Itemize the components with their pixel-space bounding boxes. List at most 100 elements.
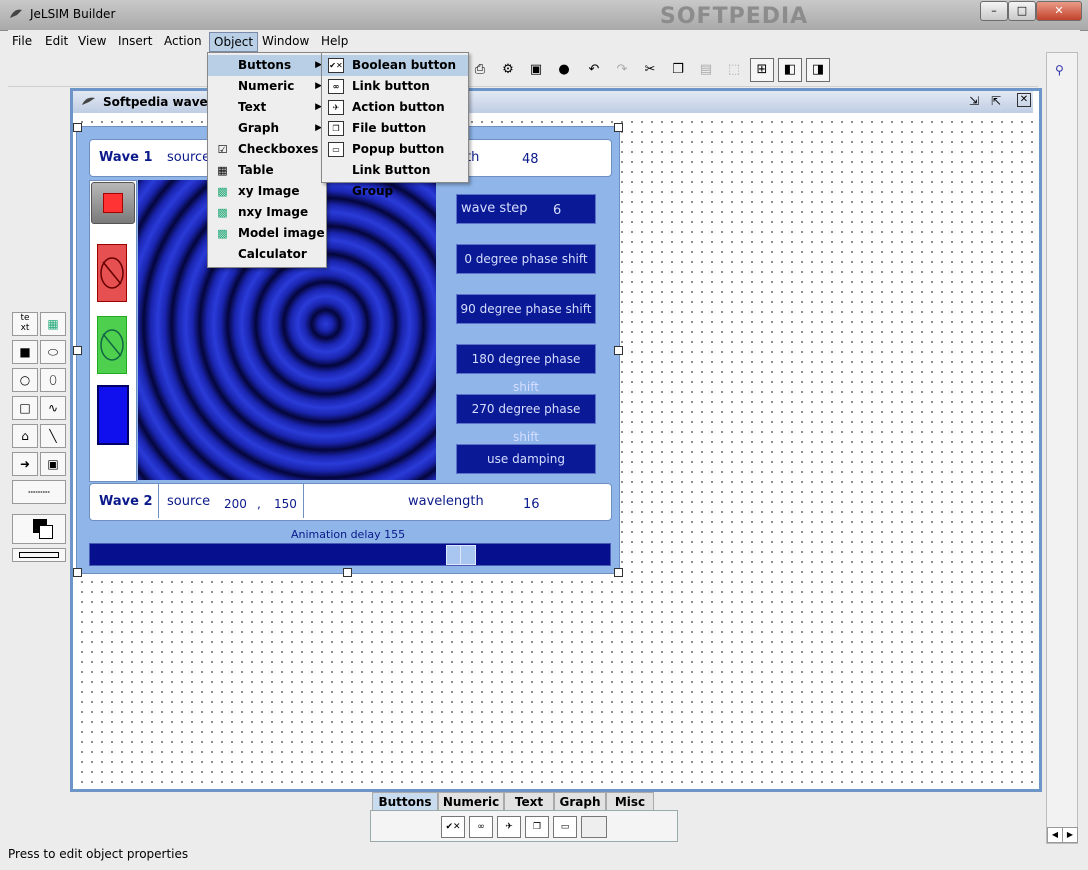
curve-tool-icon[interactable]: ∿	[40, 396, 66, 420]
frame-close-icon[interactable]: ✕	[1017, 93, 1031, 107]
maximize-button[interactable]: □	[1008, 1, 1036, 21]
wave2-wavelength-value[interactable]: 16	[523, 497, 540, 512]
phase-270-button[interactable]: 270 degree phase shift	[456, 394, 596, 444]
send-back-icon[interactable]: ◨	[806, 58, 830, 82]
red-toggle-icon[interactable]	[97, 244, 127, 302]
frame-icon	[81, 95, 97, 112]
submenu-item-link-button[interactable]: ∞ Link button	[322, 76, 468, 97]
selection-tool-icon[interactable]: ┄┄┄	[12, 480, 66, 504]
phase-90-button[interactable]: 90 degree phase shift	[456, 294, 596, 324]
ellipse-tool-icon[interactable]: ⬯	[40, 368, 66, 392]
print-icon[interactable]: ⎙	[468, 58, 492, 82]
resize-handle[interactable]	[73, 346, 82, 355]
menu-insert[interactable]: Insert	[114, 32, 156, 50]
copy-icon[interactable]: ❐	[666, 58, 690, 82]
file-button-icon[interactable]: ❐	[525, 816, 549, 838]
phase-0-button[interactable]: 0 degree phase shift	[456, 244, 596, 274]
line-tool-icon[interactable]: ╲	[40, 424, 66, 448]
resize-handle[interactable]	[614, 346, 623, 355]
action-button-icon[interactable]: ✈	[497, 816, 521, 838]
frame-maximize-icon[interactable]: ⇱	[991, 94, 1001, 108]
globe-icon[interactable]: ●	[552, 58, 576, 82]
scroll-right-icon[interactable]: ▶	[1062, 827, 1078, 843]
frame-iconify-icon[interactable]: ⇲	[969, 94, 979, 108]
menu-action[interactable]: Action	[160, 32, 206, 50]
tab-misc[interactable]: Misc	[606, 792, 654, 811]
stop-button[interactable]	[91, 182, 135, 224]
popup-button-icon[interactable]: ▭	[553, 816, 577, 838]
wave2-source-y[interactable]: 150	[274, 497, 297, 511]
align-icon[interactable]: ⊞	[750, 58, 774, 82]
resize-handle[interactable]	[343, 568, 352, 577]
wave1-wavelength-value[interactable]: 48	[522, 152, 539, 167]
animation-delay-slider[interactable]	[89, 543, 611, 566]
link-button-icon[interactable]: ∞	[469, 816, 493, 838]
object-menu-item-nxy-image[interactable]: ▩ nxy Image	[208, 202, 326, 223]
text-tool-icon[interactable]: te xt	[12, 312, 38, 336]
object-menu-item-graph[interactable]: Graph ▶	[208, 118, 326, 139]
tab-graph[interactable]: Graph	[554, 792, 606, 811]
pin-icon[interactable]: ⚲	[1055, 63, 1064, 77]
object-menu-item-model-image[interactable]: ▩ Model image	[208, 223, 326, 244]
wave-step-label: wave step	[461, 201, 528, 216]
tab-numeric[interactable]: Numeric	[438, 792, 504, 811]
resize-handle[interactable]	[614, 568, 623, 577]
green-toggle-icon[interactable]	[97, 316, 127, 374]
submenu-item-boolean-button[interactable]: ✔✕ Boolean button	[322, 55, 468, 76]
minimize-button[interactable]: –	[980, 1, 1008, 21]
object-menu-item-text[interactable]: Text ▶	[208, 97, 326, 118]
rect-tool-icon[interactable]: ■	[12, 340, 38, 364]
object-menu-item-calculator[interactable]: Calculator	[208, 244, 326, 265]
object-menu-item-xy-image[interactable]: ▩ xy Image	[208, 181, 326, 202]
menu-view[interactable]: View	[74, 32, 110, 50]
status-bar: Press to edit object properties	[8, 847, 189, 861]
submenu-item-link-button-group[interactable]: Link Button Group	[322, 160, 468, 198]
wave2-source-x[interactable]: 200	[224, 497, 247, 511]
menu-edit[interactable]: Edit	[41, 32, 72, 50]
blue-toggle[interactable]	[97, 385, 129, 445]
circle-tool-icon[interactable]: ○	[12, 368, 38, 392]
line-width-icon[interactable]	[12, 548, 66, 562]
run-icon[interactable]: ▣	[524, 58, 548, 82]
resize-handle[interactable]	[614, 123, 623, 132]
submenu-item-popup-button[interactable]: ▭ Popup button	[322, 139, 468, 160]
wave-step-field[interactable]: wave step 6	[456, 194, 596, 224]
polygon-tool-icon[interactable]: ⌂	[12, 424, 38, 448]
object-menu-item-table[interactable]: ▦ Table	[208, 160, 326, 181]
menu-object[interactable]: Object	[209, 32, 259, 52]
menu-file[interactable]: File	[8, 32, 36, 50]
menu-help[interactable]: Help	[317, 32, 352, 50]
paste-icon[interactable]: ▤	[694, 58, 718, 82]
arrow-tool-icon[interactable]: ➜	[12, 452, 38, 476]
submenu-item-file-button[interactable]: ❐ File button	[322, 118, 468, 139]
slider-thumb[interactable]	[446, 545, 476, 565]
resize-handle[interactable]	[73, 568, 82, 577]
square-tool-icon[interactable]: □	[12, 396, 38, 420]
right-panel: ⚲ ◀ ▶	[1046, 52, 1078, 844]
settings-icon[interactable]: ⚙	[496, 58, 520, 82]
phase-180-button[interactable]: 180 degree phase shift	[456, 344, 596, 394]
image-tool-icon[interactable]: ▦	[40, 312, 66, 336]
group-icon[interactable]: ⬚	[722, 58, 746, 82]
object-menu-item-checkboxes[interactable]: ☑ Checkboxes	[208, 139, 326, 160]
rounded-rect-tool-icon[interactable]: ⬭	[40, 340, 66, 364]
tab-text[interactable]: Text	[504, 792, 554, 811]
color-swatch-icon[interactable]	[12, 514, 66, 544]
boolean-button-icon[interactable]: ✔✕	[441, 816, 465, 838]
link-tool-icon[interactable]: ▣	[40, 452, 66, 476]
redo-icon[interactable]: ↷	[610, 58, 634, 82]
object-menu-item-numeric[interactable]: Numeric ▶	[208, 76, 326, 97]
menu-window[interactable]: Window	[258, 32, 313, 50]
window-title: JeLSIM Builder	[30, 7, 116, 21]
damping-button[interactable]: use damping	[456, 444, 596, 474]
tab-buttons[interactable]: Buttons	[372, 792, 438, 811]
submenu-item-action-button[interactable]: ✈ Action button	[322, 97, 468, 118]
cut-icon[interactable]: ✂	[638, 58, 662, 82]
scroll-left-icon[interactable]: ◀	[1047, 827, 1063, 843]
empty-slot[interactable]	[581, 816, 607, 838]
object-menu-item-buttons[interactable]: Buttons ▶	[208, 55, 326, 76]
undo-icon[interactable]: ↶	[582, 58, 606, 82]
close-button[interactable]: ✕	[1036, 1, 1082, 21]
bring-front-icon[interactable]: ◧	[778, 58, 802, 82]
resize-handle[interactable]	[73, 123, 82, 132]
